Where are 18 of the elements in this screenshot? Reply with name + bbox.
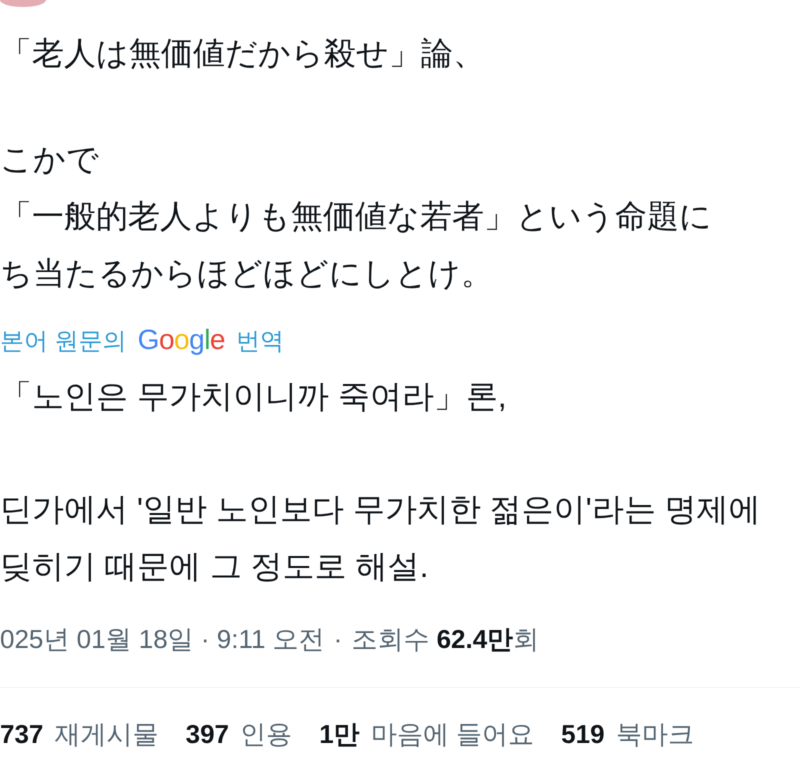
post-text-line: 「一般的老人よりも無価値な若者」という命題に: [0, 197, 712, 236]
translation-label: 본어 원문의: [0, 327, 127, 357]
post-text-line: ち当たるからほどほどにしとけ。: [0, 254, 493, 293]
stat-link[interactable]: 737 재게시물: [0, 716, 159, 752]
stat-link[interactable]: 1만 마음에 들어요: [319, 716, 534, 752]
stat-link[interactable]: 519 북마크: [561, 716, 694, 752]
stat-link[interactable]: 397 인용: [186, 716, 292, 752]
translated-text-line: 「노인은 무가치이니까 죽여라」론,: [0, 377, 507, 416]
translation-label: 번역: [236, 327, 284, 357]
post-text-line: こかで: [0, 140, 99, 179]
view-count: 조회수 62.4만회: [351, 623, 540, 656]
translated-text-line: 딘가에서 '일반 노인보다 무가치한 젊은이'라는 명제에: [0, 490, 761, 529]
google-logo: Google: [138, 325, 225, 355]
avatar[interactable]: [0, 0, 46, 7]
translated-text-line: 딪히기 때문에 그 정도로 해설.: [0, 547, 428, 586]
post-text-line: 「老人は無価値だから殺せ」論、: [0, 34, 485, 73]
meta-separator: ·: [334, 623, 342, 656]
timestamp-link[interactable]: 025년 01월 18일 · 9:11 오전: [0, 621, 325, 657]
